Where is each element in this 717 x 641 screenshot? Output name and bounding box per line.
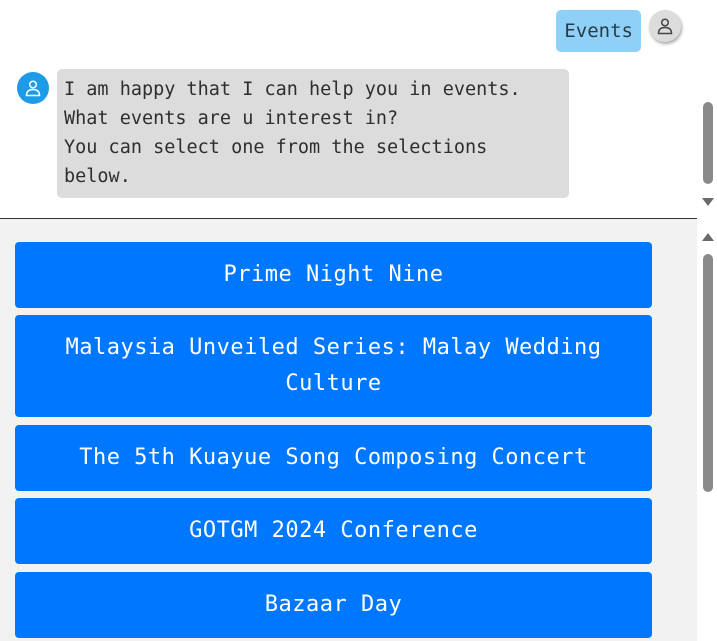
chat-scrollbar-thumb[interactable]: [703, 102, 713, 184]
option-button[interactable]: GOTGM 2024 Conference: [15, 498, 652, 564]
option-button[interactable]: Prime Night Nine: [15, 242, 652, 308]
option-button[interactable]: Malaysia Unveiled Series: Malay Wedding …: [15, 315, 652, 417]
user-message-row: Events: [556, 10, 681, 52]
chatbot-window: Events I am happy that I can help you in…: [0, 0, 717, 641]
user-avatar: [649, 10, 681, 42]
person-icon: [25, 80, 41, 97]
bot-avatar: [17, 72, 49, 104]
option-button[interactable]: The 5th Kuayue Song Composing Concert: [15, 425, 652, 491]
bot-message-bubble: I am happy that I can help you in events…: [57, 69, 569, 198]
options-list[interactable]: Prime Night Nine Malaysia Unveiled Serie…: [0, 219, 697, 641]
options-scroll-up-arrow-icon[interactable]: [702, 233, 714, 241]
bot-message-row: I am happy that I can help you in events…: [17, 69, 569, 198]
chat-history[interactable]: Events I am happy that I can help you in…: [0, 0, 697, 218]
person-icon: [657, 18, 673, 35]
options-scrollbar-thumb[interactable]: [703, 254, 713, 492]
chat-scroll-down-arrow-icon[interactable]: [702, 198, 714, 206]
user-message-bubble: Events: [556, 10, 641, 52]
option-button[interactable]: Bazaar Day: [15, 572, 652, 638]
